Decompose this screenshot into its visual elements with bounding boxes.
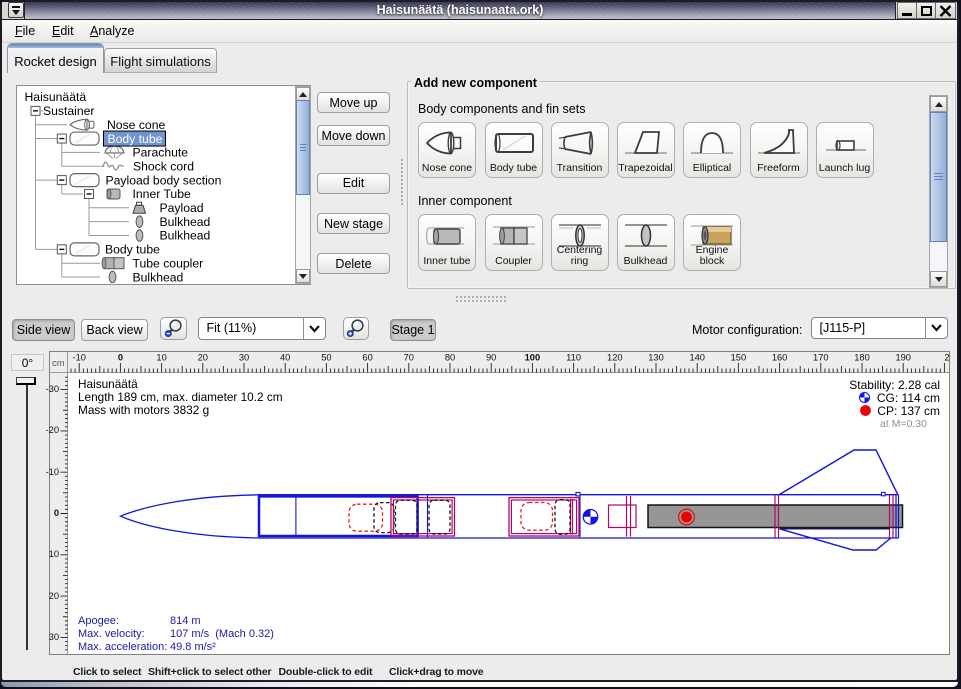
svg-text:Bulkhead: Bulkhead: [160, 229, 211, 243]
svg-text:Shock cord: Shock cord: [133, 159, 194, 173]
svg-text:20: 20: [198, 353, 208, 363]
svg-text:Sustainer: Sustainer: [43, 104, 95, 118]
svg-text:cm: cm: [52, 358, 65, 369]
svg-text:Payload body section: Payload body section: [106, 173, 222, 187]
svg-text:140: 140: [689, 353, 705, 363]
svg-text:Body tube: Body tube: [108, 132, 163, 146]
svg-text:Parachute: Parachute: [133, 146, 189, 160]
svg-text:0: 0: [118, 353, 123, 363]
svg-text:2: 2: [944, 353, 949, 363]
svg-text:70: 70: [404, 353, 414, 363]
svg-text:-10: -10: [72, 353, 85, 363]
svg-text:80: 80: [445, 353, 455, 363]
svg-text:90: 90: [486, 353, 496, 363]
svg-text:110: 110: [566, 353, 581, 363]
svg-text:Tube coupler: Tube coupler: [133, 256, 204, 270]
svg-text:170: 170: [813, 353, 829, 363]
svg-text:100: 100: [525, 353, 541, 363]
svg-text:Bulkhead: Bulkhead: [133, 270, 184, 283]
svg-text:160: 160: [772, 353, 788, 363]
svg-text:Haisunäätä: Haisunäätä: [25, 90, 87, 104]
svg-text:120: 120: [607, 353, 623, 363]
svg-text:60: 60: [362, 353, 372, 363]
svg-text:180: 180: [854, 353, 870, 363]
svg-text:Bulkhead: Bulkhead: [160, 215, 211, 229]
svg-text:50: 50: [321, 353, 331, 363]
svg-text:Payload: Payload: [160, 201, 204, 215]
svg-text:10: 10: [156, 353, 166, 363]
svg-text:Nose cone: Nose cone: [107, 118, 165, 132]
svg-text:30: 30: [239, 353, 249, 363]
svg-text:190: 190: [895, 353, 911, 363]
svg-text:130: 130: [648, 353, 664, 363]
svg-text:150: 150: [731, 353, 747, 363]
svg-text:40: 40: [280, 353, 290, 363]
svg-text:Body tube: Body tube: [105, 243, 160, 257]
svg-text:Inner Tube: Inner Tube: [133, 187, 191, 201]
